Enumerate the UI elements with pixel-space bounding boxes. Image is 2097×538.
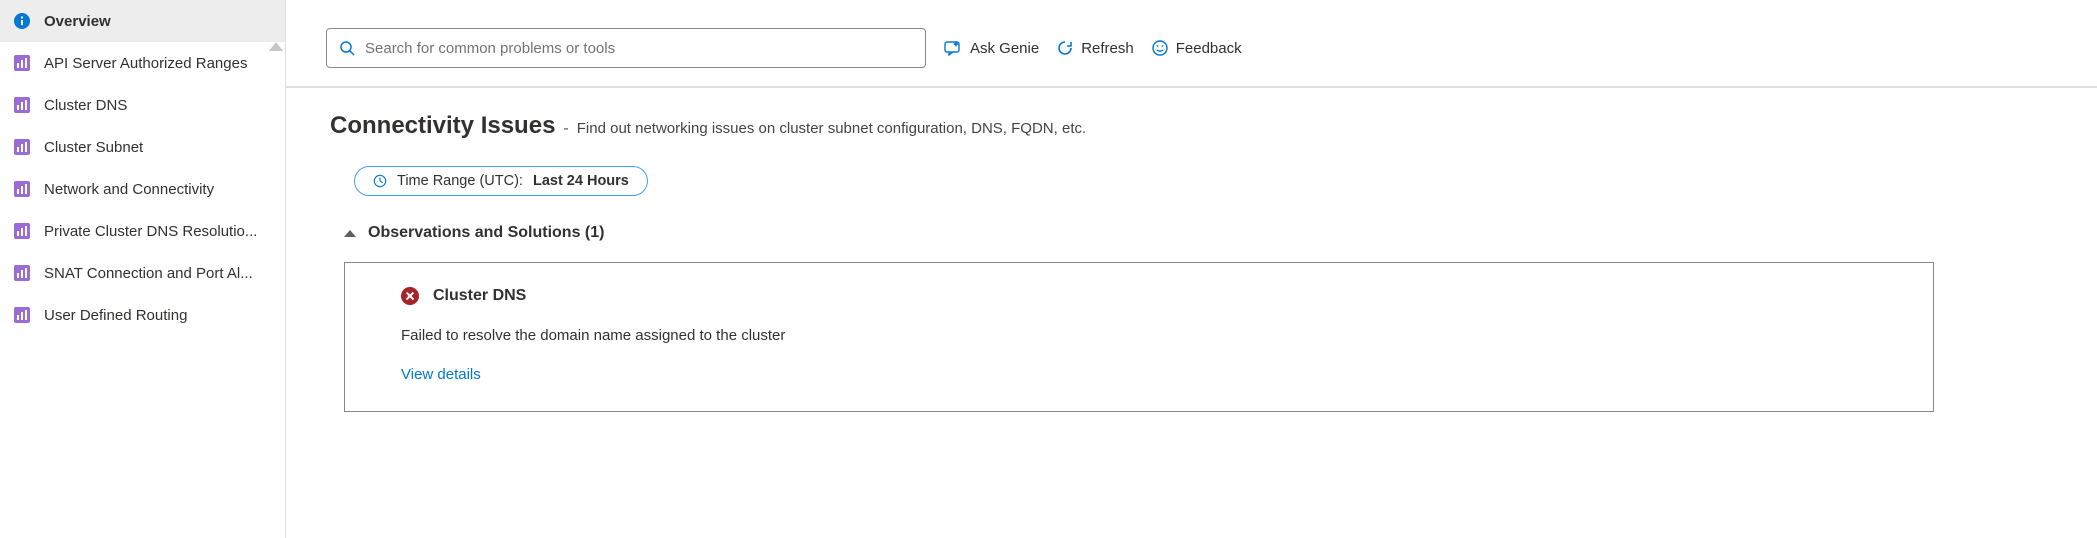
sidebar-item-label: Cluster Subnet [44, 139, 143, 156]
refresh-icon [1057, 40, 1073, 56]
ask-genie-button[interactable]: Ask Genie [944, 40, 1039, 57]
ask-genie-label: Ask Genie [970, 40, 1039, 57]
sidebar-item-overview[interactable]: Overview [0, 0, 285, 42]
sidebar-item-label: API Server Authorized Ranges [44, 55, 247, 72]
time-range-prefix: Time Range (UTC): [397, 173, 523, 189]
topbar: Ask Genie Refresh Feedback [286, 0, 2097, 88]
chart-icon [14, 307, 30, 323]
observation-card: Cluster DNS Failed to resolve the domain… [344, 262, 1934, 412]
chart-icon [14, 265, 30, 281]
title-separator: - [563, 120, 568, 138]
refresh-label: Refresh [1081, 40, 1134, 57]
feedback-button[interactable]: Feedback [1152, 40, 1242, 57]
sidebar-item-cluster-subnet[interactable]: Cluster Subnet [0, 126, 285, 168]
smile-icon [1152, 40, 1168, 56]
sidebar-item-label: Cluster DNS [44, 97, 127, 114]
sidebar-item-snat-connection-and-port-allocation[interactable]: SNAT Connection and Port Al... [0, 252, 285, 294]
card-header: Cluster DNS [401, 287, 1877, 305]
observations-header-label: Observations and Solutions (1) [368, 224, 604, 242]
page-title-row: Connectivity Issues - Find out networkin… [330, 112, 2053, 140]
feedback-label: Feedback [1176, 40, 1242, 57]
sidebar-item-private-cluster-dns-resolution[interactable]: Private Cluster DNS Resolutio... [0, 210, 285, 252]
error-icon [401, 287, 419, 305]
page-description: Find out networking issues on cluster su… [577, 120, 1086, 137]
search-box[interactable] [326, 28, 926, 68]
chart-icon [14, 139, 30, 155]
sidebar-item-cluster-dns[interactable]: Cluster DNS [0, 84, 285, 126]
page-title: Connectivity Issues [330, 112, 555, 140]
sidebar-item-network-and-connectivity[interactable]: Network and Connectivity [0, 168, 285, 210]
view-details-link[interactable]: View details [401, 366, 481, 383]
search-icon [339, 40, 355, 56]
chart-icon [14, 97, 30, 113]
refresh-button[interactable]: Refresh [1057, 40, 1134, 57]
time-range-pill[interactable]: Time Range (UTC): Last 24 Hours [354, 166, 648, 196]
card-message: Failed to resolve the domain name assign… [401, 327, 1877, 344]
sidebar-item-label: Network and Connectivity [44, 181, 214, 198]
chart-icon [14, 181, 30, 197]
time-range-value: Last 24 Hours [533, 173, 629, 189]
sidebar-item-label: Overview [44, 13, 111, 30]
sidebar-item-label: User Defined Routing [44, 307, 187, 324]
card-title: Cluster DNS [433, 287, 526, 305]
sidebar-collapse-caret[interactable] [269, 42, 283, 51]
info-icon [14, 13, 30, 29]
sidebar-item-user-defined-routing[interactable]: User Defined Routing [0, 294, 285, 336]
sidebar: Overview API Server Authorized Ranges Cl… [0, 0, 285, 538]
content: Connectivity Issues - Find out networkin… [286, 88, 2097, 436]
clock-icon [373, 174, 387, 188]
sidebar-item-label: SNAT Connection and Port Al... [44, 265, 253, 282]
chart-icon [14, 55, 30, 71]
chevron-up-icon [344, 230, 356, 237]
search-input[interactable] [365, 40, 913, 57]
observations-header[interactable]: Observations and Solutions (1) [344, 224, 2053, 242]
sidebar-item-api-server-authorized-ranges[interactable]: API Server Authorized Ranges [0, 42, 285, 84]
sidebar-item-label: Private Cluster DNS Resolutio... [44, 223, 257, 240]
genie-icon [944, 40, 962, 56]
chart-icon [14, 223, 30, 239]
main-area: Ask Genie Refresh Feedback Connectivity … [285, 0, 2097, 538]
